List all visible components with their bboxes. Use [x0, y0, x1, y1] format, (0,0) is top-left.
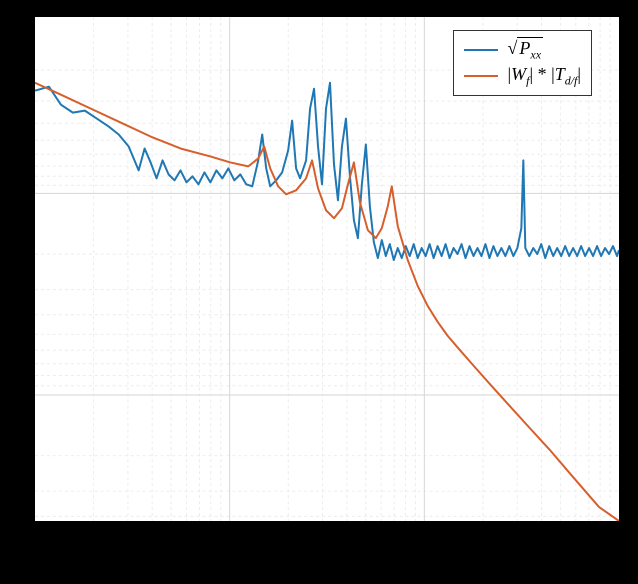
legend-label: |Wf| * |Td/f| [508, 64, 581, 89]
legend-entry: Pxx [464, 37, 581, 63]
series-sqrt_Pxx [35, 83, 619, 260]
legend-label: Pxx [508, 37, 544, 63]
legend: Pxx |Wf| * |Td/f| [453, 30, 592, 96]
legend-entry: |Wf| * |Td/f| [464, 63, 581, 89]
legend-swatch-blue [464, 49, 498, 52]
legend-swatch-orange [464, 75, 498, 78]
